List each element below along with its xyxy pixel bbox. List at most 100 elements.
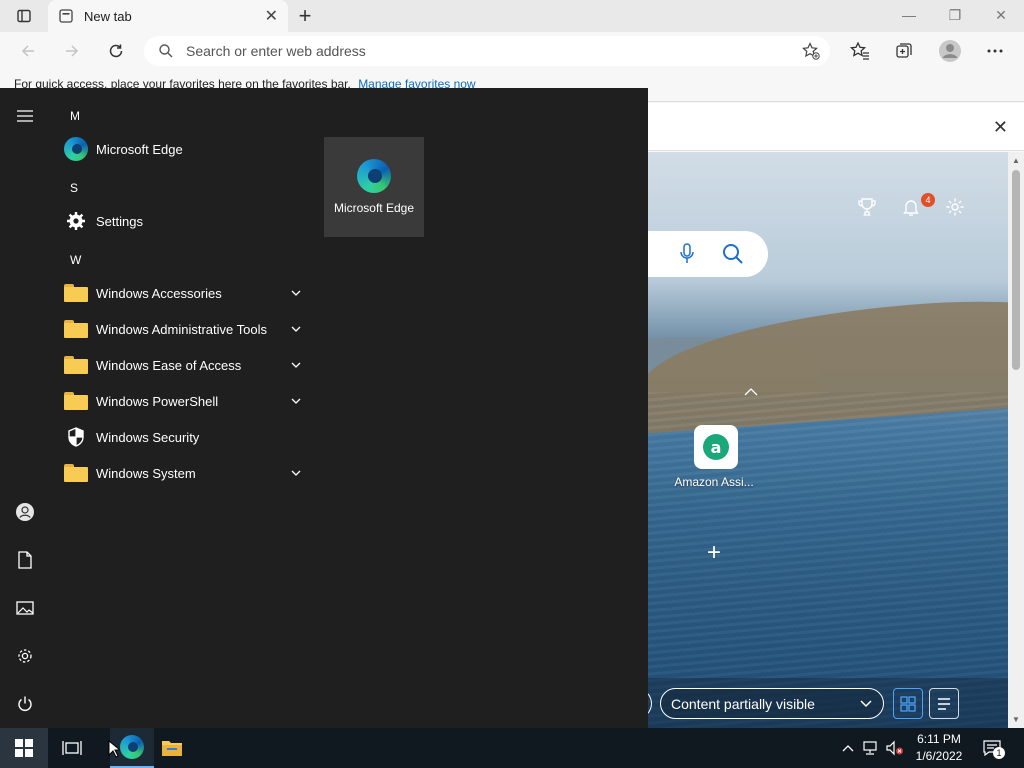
page-settings-gear-icon[interactable]	[943, 195, 967, 219]
volume-muted-icon[interactable]	[885, 738, 905, 758]
list-layout-button[interactable]	[929, 688, 959, 719]
windows-logo-icon	[15, 739, 33, 757]
new-tab-button[interactable]: +	[292, 3, 318, 28]
app-windows-administrative-tools[interactable]: Windows Administrative Tools	[60, 313, 310, 345]
restore-button[interactable]: ❐	[932, 0, 978, 30]
power-button[interactable]	[13, 692, 37, 716]
address-bar[interactable]	[144, 36, 830, 66]
minimize-button[interactable]: —	[886, 0, 932, 30]
pinned-tile-microsoft-edge[interactable]: Microsoft Edge	[324, 137, 424, 237]
folder-icon	[64, 353, 88, 377]
collections-button[interactable]	[890, 37, 918, 65]
content-visibility-dropdown[interactable]: Content partially visible	[660, 688, 884, 719]
mouse-cursor-icon	[108, 740, 120, 758]
settings-icon	[18, 649, 32, 663]
amazon-assistant-logo-icon: a	[703, 434, 729, 460]
chevron-down-icon	[288, 465, 304, 481]
quick-link-amazon[interactable]: a	[694, 425, 738, 469]
chevron-down-icon	[288, 285, 304, 301]
letter-header-s[interactable]: S	[70, 181, 78, 195]
collections-icon	[896, 43, 912, 58]
app-windows-system[interactable]: Windows System	[60, 457, 310, 489]
content-dropdown-label: Content partially visible	[671, 695, 815, 712]
search-icon	[159, 44, 173, 58]
app-label: Windows Accessories	[96, 285, 222, 301]
app-settings[interactable]: Settings	[60, 205, 310, 237]
app-microsoft-edge[interactable]: Microsoft Edge	[60, 133, 310, 165]
profile-avatar-icon	[939, 40, 961, 62]
quick-link-label[interactable]: Amazon Assi...	[664, 475, 764, 489]
taskbar: 6:11 PM 1/6/2022 1	[0, 728, 1024, 768]
app-windows-security[interactable]: Windows Security	[60, 421, 310, 453]
tab-new-tab[interactable]: New tab ✕	[48, 0, 288, 32]
tab-strip: New tab ✕ + — ❐ ✕	[0, 0, 1024, 32]
list-layout-icon	[938, 697, 950, 710]
grid-layout-icon	[900, 695, 916, 712]
network-icon[interactable]	[861, 738, 881, 758]
back-button[interactable]	[14, 37, 42, 65]
edge-icon	[357, 159, 391, 193]
user-icon	[16, 503, 34, 521]
refresh-icon	[109, 44, 123, 58]
action-center-count-badge: 1	[993, 747, 1005, 759]
task-view-button[interactable]	[50, 728, 94, 768]
notifications-bell-icon[interactable]	[899, 195, 923, 219]
scroll-up-arrow-icon[interactable]: ▲	[1012, 156, 1020, 165]
documents-icon	[18, 551, 32, 569]
app-label: Microsoft Edge	[96, 141, 183, 157]
add-favorite-icon[interactable]	[802, 42, 820, 60]
app-label: Settings	[96, 213, 143, 229]
app-label: Windows System	[96, 465, 196, 481]
infobar-close-icon[interactable]: ✕	[993, 117, 1008, 138]
favorites-star-list-icon	[850, 41, 869, 60]
search-submit-icon[interactable]	[722, 243, 744, 268]
taskbar-clock[interactable]: 6:11 PM 1/6/2022	[908, 731, 970, 765]
start-menu: M Microsoft Edge S Settings W Windows Ac…	[0, 88, 648, 728]
notification-count-badge: 4	[921, 193, 935, 207]
letter-header-w[interactable]: W	[70, 253, 81, 267]
tab-actions-icon	[17, 9, 31, 23]
new-tab-page-icon	[59, 9, 73, 23]
show-hidden-icons-chevron-up-icon[interactable]	[838, 738, 858, 758]
refresh-button[interactable]	[102, 37, 130, 65]
app-label: Windows PowerShell	[96, 393, 219, 409]
start-button[interactable]	[0, 728, 48, 768]
folder-icon	[64, 461, 88, 485]
tile-label: Microsoft Edge	[333, 201, 415, 215]
add-quick-link-button[interactable]: +	[702, 539, 726, 566]
letter-header-m[interactable]: M	[70, 109, 80, 123]
scroll-down-arrow-icon[interactable]: ▼	[1012, 715, 1020, 724]
task-view-icon	[62, 741, 82, 755]
user-account-button[interactable]	[13, 500, 37, 524]
pictures-icon	[16, 601, 34, 615]
app-label: Windows Security	[96, 429, 200, 445]
collapse-chevron-up-icon[interactable]	[742, 385, 760, 399]
close-window-button[interactable]: ✕	[978, 0, 1024, 30]
forward-button[interactable]	[58, 37, 86, 65]
app-windows-ease-of-access[interactable]: Windows Ease of Access	[60, 349, 310, 381]
browser-toolbar	[0, 32, 1024, 70]
chevron-down-icon	[288, 357, 304, 373]
app-label: Windows Ease of Access	[96, 357, 242, 373]
taskbar-file-explorer-button[interactable]	[150, 728, 194, 768]
file-explorer-icon	[162, 741, 182, 756]
pictures-button[interactable]	[13, 596, 37, 620]
voice-search-mic-icon[interactable]	[678, 243, 696, 268]
app-windows-accessories[interactable]: Windows Accessories	[60, 277, 310, 309]
start-settings-button[interactable]	[13, 644, 37, 668]
address-input[interactable]	[186, 43, 802, 59]
tab-actions-button[interactable]	[6, 4, 42, 28]
edge-icon	[64, 137, 88, 161]
expand-menu-button[interactable]	[13, 104, 37, 128]
tab-close-icon[interactable]: ✕	[265, 6, 278, 26]
grid-layout-button[interactable]	[893, 688, 923, 719]
app-windows-powershell[interactable]: Windows PowerShell	[60, 385, 310, 417]
favorites-button[interactable]	[846, 37, 874, 65]
profile-button[interactable]	[936, 37, 964, 65]
page-scrollbar[interactable]: ▲ ▼	[1008, 152, 1024, 728]
edge-icon	[120, 735, 144, 759]
settings-and-more-button[interactable]	[981, 37, 1009, 65]
scrollbar-thumb[interactable]	[1012, 170, 1020, 370]
rewards-trophy-icon[interactable]	[855, 195, 879, 219]
documents-button[interactable]	[13, 548, 37, 572]
